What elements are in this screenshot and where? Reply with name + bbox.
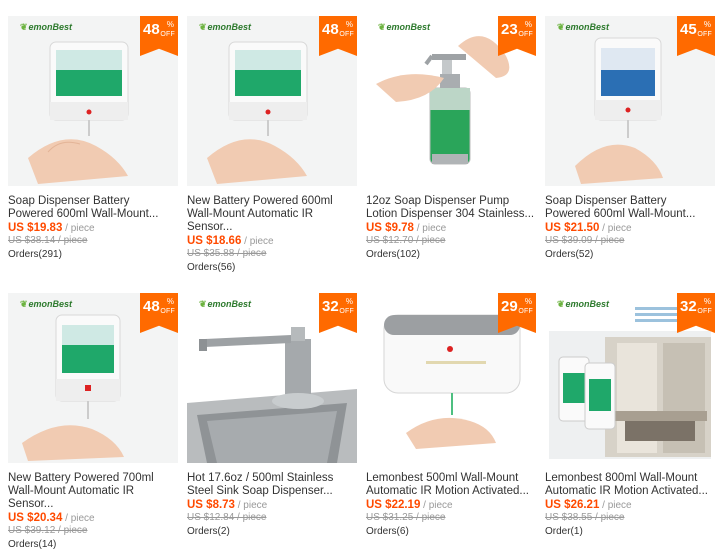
sale-price: US $21.50 [545,222,600,234]
price-unit: / piece [234,500,268,511]
product-card[interactable]: ❦emonBest 23 % OFF 12oz Soap Dispenser P… [366,16,536,261]
price-line: US $9.78 / piece [366,222,536,235]
orders-count[interactable]: Orders(52) [545,248,715,261]
product-title-link[interactable]: Lemonbest 800ml Wall-Mount Automatic IR … [545,472,715,498]
product-card[interactable]: ❦emonBest 45 % OFF Soap Dispenser Batter… [545,16,715,261]
product-card[interactable]: ❦emonBest 32 % OFF Hot 17.6oz / 500ml St… [187,293,357,538]
orders-count[interactable]: Orders(6) [366,525,536,538]
brand-logo: ❦emonBest [199,299,252,309]
orders-count[interactable]: Orders(291) [8,248,178,261]
price-line: US $21.50 / piece [545,222,715,235]
original-price: US $39.09 / piece [545,235,625,246]
product-title-link[interactable]: Lemonbest 500ml Wall-Mount Automatic IR … [366,472,536,498]
product-image[interactable]: ❦emonBest 32 % OFF [187,293,357,463]
product-image[interactable]: ❦emonBest 45 % OFF [545,16,715,186]
original-price: US $38.14 / piece [8,235,88,246]
brand-logo: ❦emonBest [20,22,73,32]
original-price: US $35.88 / piece [187,248,267,259]
product-card[interactable]: ❦emonBest 48 % OFF New Battery Powered 7… [8,293,178,551]
brand-logo: ❦emonBest [378,22,431,32]
price-line: US $19.83 / piece [8,222,178,235]
product-card[interactable]: 29 % OFF Lemonbest 500ml Wall-Mount Auto… [366,293,536,538]
price-line: US $26.21 / piece [545,499,715,512]
product-image[interactable]: ❦emonBest 48 % OFF [8,293,178,463]
price-unit: / piece [62,223,95,234]
brand-logo: ❦emonBest [557,22,610,32]
original-price: US $39.12 / piece [8,525,88,536]
sale-price: US $20.34 [8,512,63,524]
orders-count[interactable]: Order(1) [545,525,715,538]
orders-count[interactable]: Orders(56) [187,261,357,274]
original-price: US $12.84 / piece [187,512,267,523]
original-price: US $12.70 / piece [366,235,446,246]
price-unit: / piece [241,236,274,247]
product-card[interactable]: ❦emonBest 32 % OFF Lemonbest 800ml Wall-… [545,293,715,538]
sale-price: US $19.83 [8,222,63,234]
sale-price: US $26.21 [545,499,600,511]
price-unit: / piece [599,500,632,511]
price-unit: / piece [413,223,447,234]
product-title-link[interactable]: New Battery Powered 600ml Wall-Mount Aut… [187,195,357,234]
orders-count[interactable]: Orders(102) [366,248,536,261]
product-title-link[interactable]: Soap Dispenser Battery Powered 600ml Wal… [545,195,715,221]
price-line: US $20.34 / piece [8,512,178,525]
product-title-link[interactable]: Hot 17.6oz / 500ml Stainless Steel Sink … [187,472,357,498]
price-line: US $8.73 / piece [187,499,357,512]
product-image[interactable]: 29 % OFF [366,293,536,463]
product-card[interactable]: ❦emonBest 48 % OFF New Battery Powered 6… [187,16,357,274]
orders-count[interactable]: Orders(14) [8,538,178,551]
product-image[interactable]: ❦emonBest 48 % OFF [187,16,357,186]
brand-logo: ❦emonBest [199,22,252,32]
price-unit: / piece [420,500,453,511]
sale-price: US $9.78 [366,222,414,234]
product-title-link[interactable]: New Battery Powered 700ml Wall-Mount Aut… [8,472,178,511]
price-unit: / piece [599,223,632,234]
price-line: US $22.19 / piece [366,499,536,512]
product-image[interactable]: ❦emonBest 32 % OFF [545,293,715,463]
sale-price: US $18.66 [187,235,242,247]
product-title-link[interactable]: Soap Dispenser Battery Powered 600ml Wal… [8,195,178,221]
product-card[interactable]: ❦emonBest 48 % OFF Soap Dispenser Batter… [8,16,178,261]
product-title-link[interactable]: 12oz Soap Dispenser Pump Lotion Dispense… [366,195,536,221]
product-image[interactable]: ❦emonBest 23 % OFF [366,16,536,186]
price-unit: / piece [62,513,95,524]
product-image[interactable]: ❦emonBest 48 % OFF [8,16,178,186]
sale-price: US $8.73 [187,499,235,511]
brand-logo: ❦emonBest [557,299,610,309]
original-price: US $31.25 / piece [366,512,446,523]
brand-logo: ❦emonBest [20,299,73,309]
sale-price: US $22.19 [366,499,421,511]
product-grid: ❦emonBest 48 % OFF Soap Dispenser Batter… [0,0,721,552]
orders-count[interactable]: Orders(2) [187,525,357,538]
original-price: US $38.55 / piece [545,512,625,523]
price-line: US $18.66 / piece [187,235,357,248]
